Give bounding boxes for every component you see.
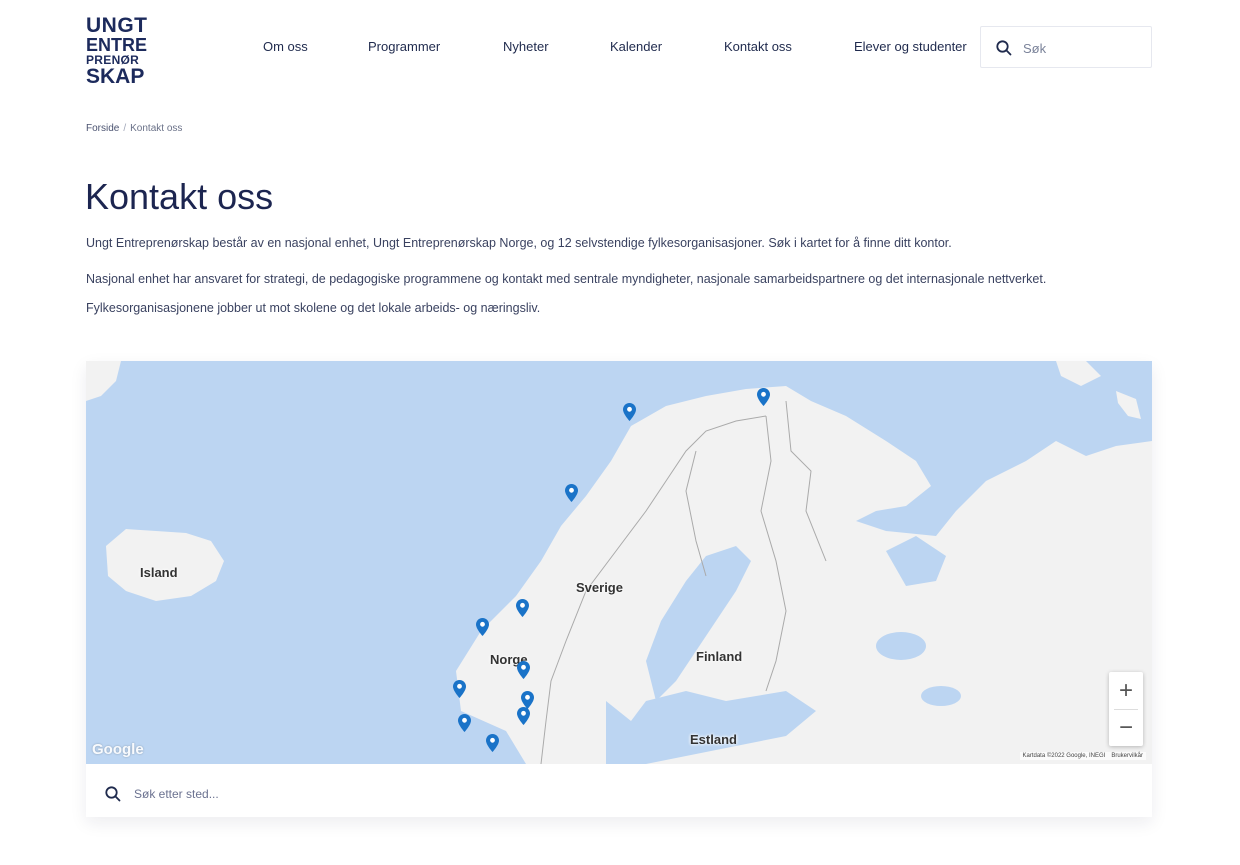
breadcrumb-home[interactable]: Forside	[86, 123, 119, 134]
map-zoom-controls: + −	[1109, 672, 1143, 746]
page-title: Kontakt oss	[85, 176, 274, 217]
nav-item-kontakt-oss[interactable]: Kontakt oss	[724, 39, 792, 54]
site-header: UNGT ENTRE PRENØR SKAP Om oss Programmer…	[0, 0, 1240, 100]
nav-item-nyheter[interactable]: Nyheter	[503, 39, 549, 54]
office-pin-icon[interactable]	[476, 618, 489, 636]
google-logo: Google	[92, 741, 144, 758]
office-pin-icon[interactable]	[623, 403, 636, 421]
map-label-island: Island	[140, 565, 178, 580]
breadcrumb-separator: /	[123, 123, 127, 134]
office-map-card: Island Sverige Norge Finland Estland + −…	[86, 361, 1152, 817]
map-label-sverige: Sverige	[576, 580, 623, 595]
breadcrumb-current: Kontakt oss	[130, 123, 183, 134]
description-paragraph: Nasjonal enhet har ansvaret for strategi…	[86, 272, 1047, 315]
site-search[interactable]	[980, 26, 1152, 68]
logo-line: SKAP	[86, 65, 145, 88]
office-pin-icon[interactable]	[453, 680, 466, 698]
search-icon	[105, 786, 121, 802]
office-pin-icon[interactable]	[517, 707, 530, 725]
office-pin-icon[interactable]	[757, 388, 770, 406]
map-label-finland: Finland	[696, 649, 743, 664]
place-search-input[interactable]	[134, 783, 734, 805]
nav-item-programmer[interactable]: Programmer	[368, 39, 440, 54]
nav-item-kalender[interactable]: Kalender	[610, 39, 662, 54]
breadcrumb: Forside / Kontakt oss	[86, 123, 182, 134]
search-icon	[996, 40, 1012, 56]
map-attribution: Kartdata ©2022 Google, INEGI Brukervilkår	[1019, 752, 1146, 760]
office-pin-icon[interactable]	[565, 484, 578, 502]
zoom-out-button[interactable]: −	[1109, 709, 1143, 746]
map-attribution-text: Kartdata ©2022 Google, INEGI	[1022, 753, 1106, 759]
nav-item-elever-og-studenter[interactable]: Elever og studenter	[854, 39, 967, 54]
office-pin-icon[interactable]	[517, 661, 530, 679]
map-terms-link[interactable]: Brukervilkår	[1111, 753, 1143, 759]
office-pin-icon[interactable]	[486, 734, 499, 752]
intro-paragraph: Ungt Entreprenørskap består av en nasjon…	[86, 236, 952, 250]
office-pin-icon[interactable]	[458, 714, 471, 732]
nav-item-om-oss[interactable]: Om oss	[263, 39, 308, 54]
logo-line: UNGT	[86, 14, 148, 37]
site-logo[interactable]: UNGT ENTRE PRENØR SKAP	[86, 15, 158, 87]
logo-line: ENTRE	[86, 35, 148, 55]
map-label-estland: Estland	[690, 732, 737, 747]
zoom-in-button[interactable]: +	[1109, 672, 1143, 709]
office-pin-icon[interactable]	[516, 599, 529, 617]
office-map[interactable]: Island Sverige Norge Finland Estland + −…	[86, 361, 1152, 764]
place-search[interactable]	[86, 764, 1152, 817]
map-background	[86, 361, 1152, 764]
search-input[interactable]	[1023, 38, 1143, 58]
